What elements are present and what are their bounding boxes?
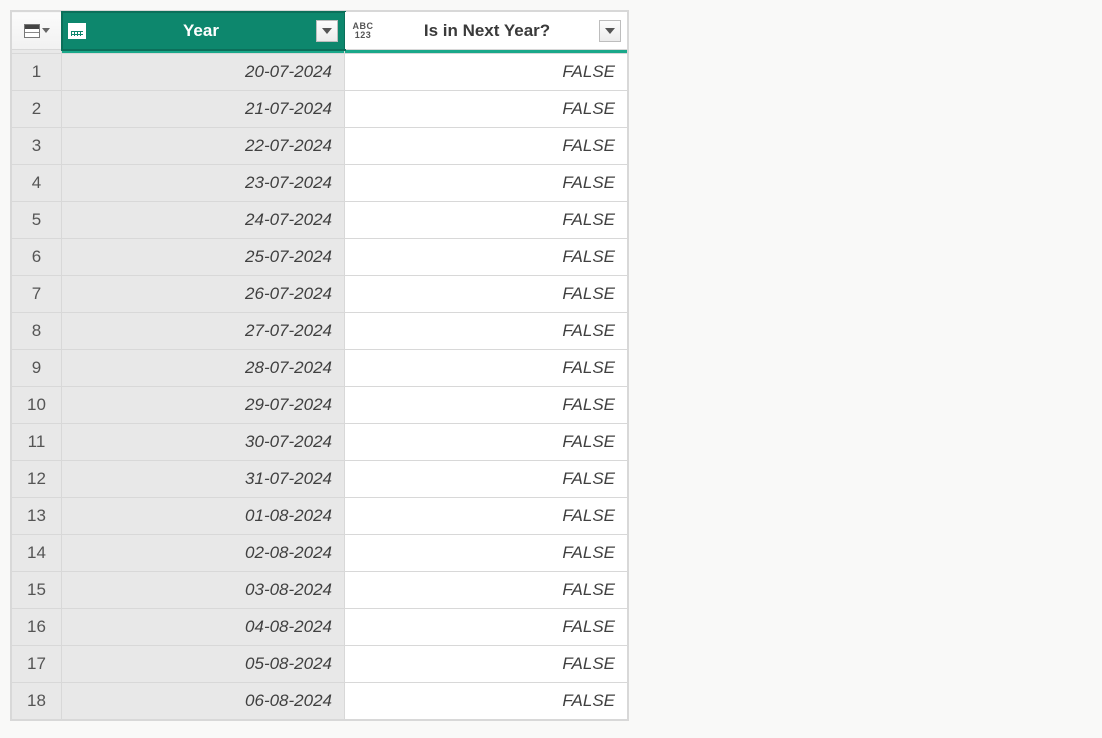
cell-is-in-next-year[interactable]: FALSE xyxy=(345,350,628,387)
row-number[interactable]: 4 xyxy=(12,165,62,202)
cell-year[interactable]: 04-08-2024 xyxy=(62,609,345,646)
date-icon xyxy=(68,23,86,39)
cell-is-in-next-year[interactable]: FALSE xyxy=(345,609,628,646)
table-row[interactable]: 625-07-2024FALSE xyxy=(12,239,628,276)
row-number[interactable]: 7 xyxy=(12,276,62,313)
table-row[interactable]: 524-07-2024FALSE xyxy=(12,202,628,239)
num-text: 123 xyxy=(355,31,372,40)
row-number[interactable]: 6 xyxy=(12,239,62,276)
table-row[interactable]: 1301-08-2024FALSE xyxy=(12,498,628,535)
cell-year[interactable]: 29-07-2024 xyxy=(62,387,345,424)
data-table: Year ABC 123 Is in Next Year? 120 xyxy=(10,10,629,721)
cell-is-in-next-year[interactable]: FALSE xyxy=(345,572,628,609)
cell-year[interactable]: 03-08-2024 xyxy=(62,572,345,609)
row-number[interactable]: 5 xyxy=(12,202,62,239)
row-number[interactable]: 10 xyxy=(12,387,62,424)
cell-is-in-next-year[interactable]: FALSE xyxy=(345,165,628,202)
row-number[interactable]: 17 xyxy=(12,646,62,683)
cell-year[interactable]: 30-07-2024 xyxy=(62,424,345,461)
row-number[interactable]: 2 xyxy=(12,91,62,128)
column-header-is-in-next-year[interactable]: ABC 123 Is in Next Year? xyxy=(345,12,628,50)
row-number[interactable]: 15 xyxy=(12,572,62,609)
cell-year[interactable]: 27-07-2024 xyxy=(62,313,345,350)
cell-year[interactable]: 06-08-2024 xyxy=(62,683,345,720)
cell-year[interactable]: 26-07-2024 xyxy=(62,276,345,313)
row-number[interactable]: 13 xyxy=(12,498,62,535)
row-number[interactable]: 9 xyxy=(12,350,62,387)
cell-is-in-next-year[interactable]: FALSE xyxy=(345,202,628,239)
table-row[interactable]: 1029-07-2024FALSE xyxy=(12,387,628,424)
cell-year[interactable]: 25-07-2024 xyxy=(62,239,345,276)
abc123-icon: ABC 123 xyxy=(351,21,375,41)
table-row[interactable]: 928-07-2024FALSE xyxy=(12,350,628,387)
row-number[interactable]: 18 xyxy=(12,683,62,720)
cell-year[interactable]: 02-08-2024 xyxy=(62,535,345,572)
cell-is-in-next-year[interactable]: FALSE xyxy=(345,646,628,683)
cell-is-in-next-year[interactable]: FALSE xyxy=(345,683,628,720)
chevron-down-icon xyxy=(605,28,615,34)
table-icon xyxy=(24,24,40,38)
column-filter-button-year[interactable] xyxy=(316,20,338,42)
row-number[interactable]: 12 xyxy=(12,461,62,498)
row-number[interactable]: 11 xyxy=(12,424,62,461)
cell-year[interactable]: 05-08-2024 xyxy=(62,646,345,683)
cell-is-in-next-year[interactable]: FALSE xyxy=(345,313,628,350)
cell-is-in-next-year[interactable]: FALSE xyxy=(345,424,628,461)
table-row[interactable]: 1503-08-2024FALSE xyxy=(12,572,628,609)
column-header-year[interactable]: Year xyxy=(62,12,345,50)
cell-is-in-next-year[interactable]: FALSE xyxy=(345,91,628,128)
row-number[interactable]: 16 xyxy=(12,609,62,646)
table-row[interactable]: 827-07-2024FALSE xyxy=(12,313,628,350)
table-row[interactable]: 1604-08-2024FALSE xyxy=(12,609,628,646)
cell-is-in-next-year[interactable]: FALSE xyxy=(345,276,628,313)
cell-is-in-next-year[interactable]: FALSE xyxy=(345,461,628,498)
table-row[interactable]: 1130-07-2024FALSE xyxy=(12,424,628,461)
row-number[interactable]: 3 xyxy=(12,128,62,165)
cell-is-in-next-year[interactable]: FALSE xyxy=(345,54,628,91)
table-row[interactable]: 726-07-2024FALSE xyxy=(12,276,628,313)
header-row: Year ABC 123 Is in Next Year? xyxy=(12,12,628,50)
row-number[interactable]: 8 xyxy=(12,313,62,350)
cell-is-in-next-year[interactable]: FALSE xyxy=(345,498,628,535)
table-row[interactable]: 1705-08-2024FALSE xyxy=(12,646,628,683)
row-number[interactable]: 1 xyxy=(12,54,62,91)
cell-is-in-next-year[interactable]: FALSE xyxy=(345,128,628,165)
select-all-corner[interactable] xyxy=(12,12,62,50)
row-number[interactable]: 14 xyxy=(12,535,62,572)
cell-year[interactable]: 22-07-2024 xyxy=(62,128,345,165)
column-label: Is in Next Year? xyxy=(383,21,591,41)
table-row[interactable]: 322-07-2024FALSE xyxy=(12,128,628,165)
table-row[interactable]: 423-07-2024FALSE xyxy=(12,165,628,202)
table-row[interactable]: 1402-08-2024FALSE xyxy=(12,535,628,572)
column-label: Year xyxy=(94,21,308,41)
table-row[interactable]: 221-07-2024FALSE xyxy=(12,91,628,128)
cell-year[interactable]: 21-07-2024 xyxy=(62,91,345,128)
cell-year[interactable]: 23-07-2024 xyxy=(62,165,345,202)
cell-is-in-next-year[interactable]: FALSE xyxy=(345,387,628,424)
cell-is-in-next-year[interactable]: FALSE xyxy=(345,239,628,276)
chevron-down-icon xyxy=(42,28,50,33)
table-row[interactable]: 120-07-2024FALSE xyxy=(12,54,628,91)
chevron-down-icon xyxy=(322,28,332,34)
table-row[interactable]: 1806-08-2024FALSE xyxy=(12,683,628,720)
table-row[interactable]: 1231-07-2024FALSE xyxy=(12,461,628,498)
cell-year[interactable]: 31-07-2024 xyxy=(62,461,345,498)
cell-year[interactable]: 20-07-2024 xyxy=(62,54,345,91)
column-filter-button-next[interactable] xyxy=(599,20,621,42)
cell-year[interactable]: 01-08-2024 xyxy=(62,498,345,535)
cell-year[interactable]: 28-07-2024 xyxy=(62,350,345,387)
cell-year[interactable]: 24-07-2024 xyxy=(62,202,345,239)
cell-is-in-next-year[interactable]: FALSE xyxy=(345,535,628,572)
